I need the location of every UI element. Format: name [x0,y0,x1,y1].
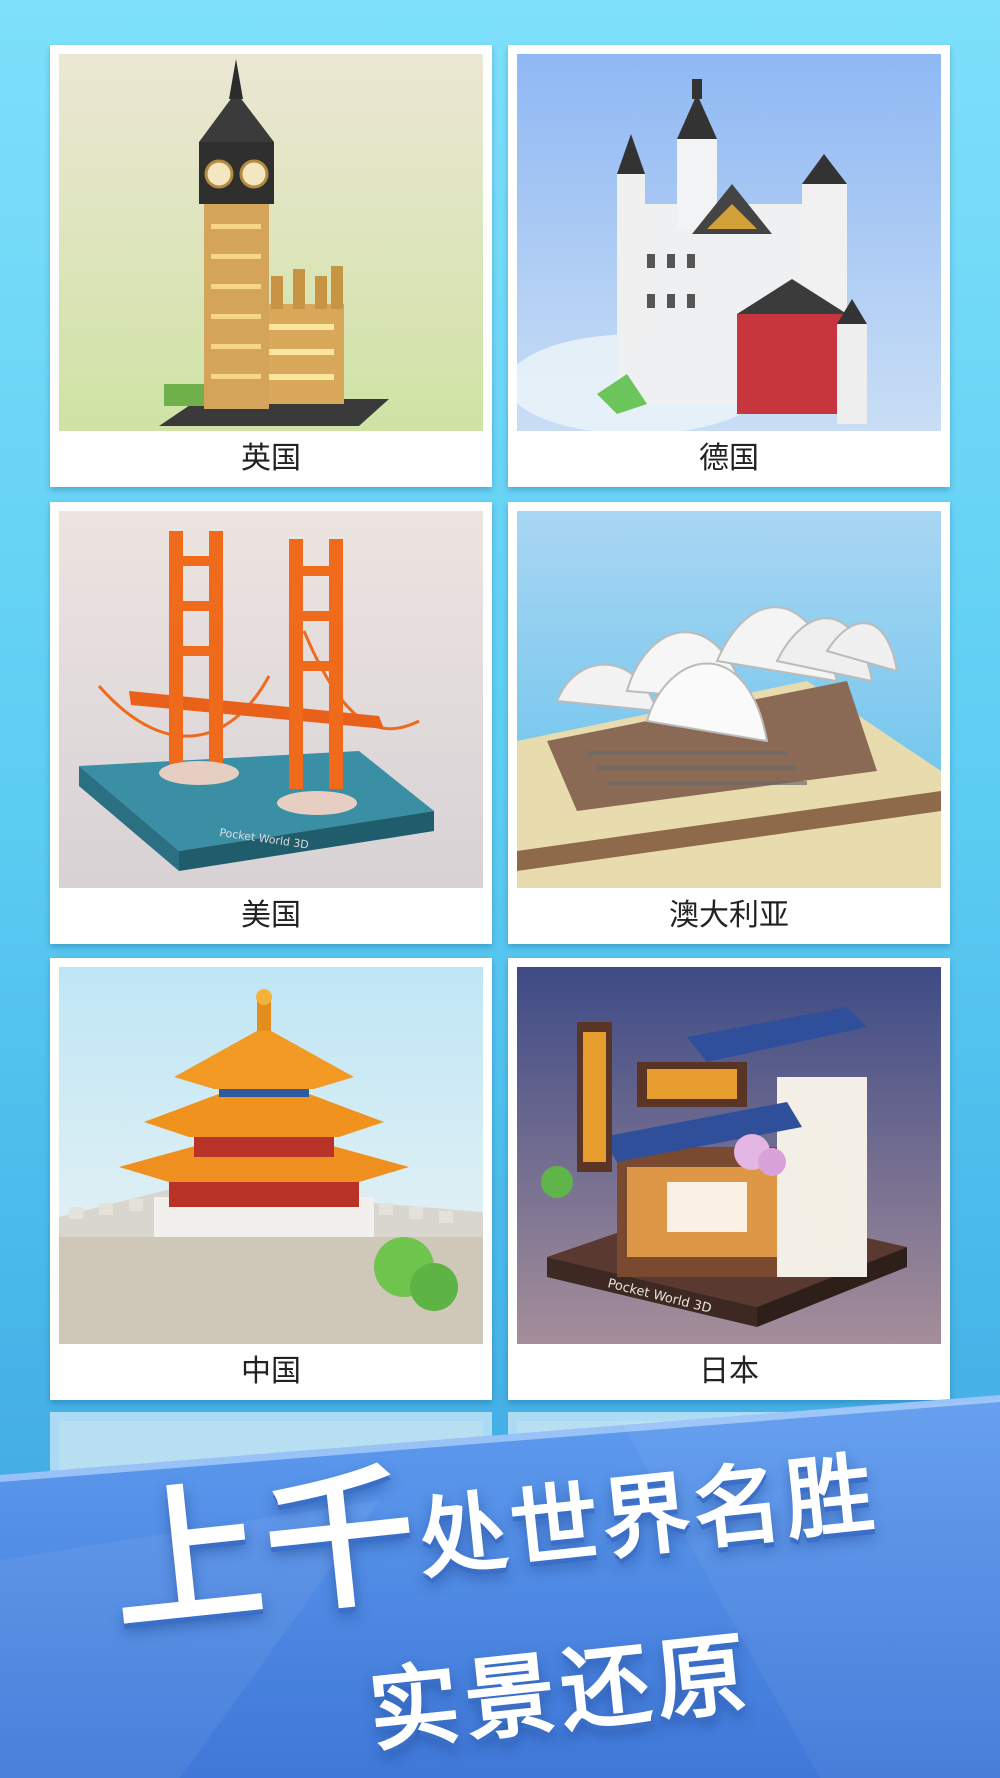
card-usa[interactable]: Pocket World 3D 美国 [50,502,492,944]
neuschwanstein-castle-icon [517,54,941,431]
card-label: 日本 [699,1354,759,1389]
card-partial-left[interactable] [50,1412,492,1512]
golden-gate-bridge-icon: Pocket World 3D [59,511,483,888]
card-label: 德国 [699,441,759,476]
big-ben-icon [59,54,483,431]
card-china[interactable]: 中国 [50,958,492,1400]
card-uk[interactable]: 英国 [50,45,492,487]
card-label: 英国 [241,441,301,476]
japanese-shop-icon: Pocket World 3D [517,967,941,1344]
card-japan[interactable]: Pocket World 3D 日本 [508,958,950,1400]
card-label: 中国 [241,1354,301,1389]
card-germany[interactable]: 德国 [508,45,950,487]
forbidden-city-icon [59,967,483,1344]
card-partial-right[interactable] [508,1412,950,1512]
card-australia[interactable]: 澳大利亚 [508,502,950,944]
card-label: 美国 [241,898,301,933]
sydney-opera-house-icon [517,511,941,888]
landmark-grid: 英国 德国 Pocket World 3D 美国 澳大利亚 中国 Pocket … [0,0,1000,1778]
card-label: 澳大利亚 [669,898,789,933]
